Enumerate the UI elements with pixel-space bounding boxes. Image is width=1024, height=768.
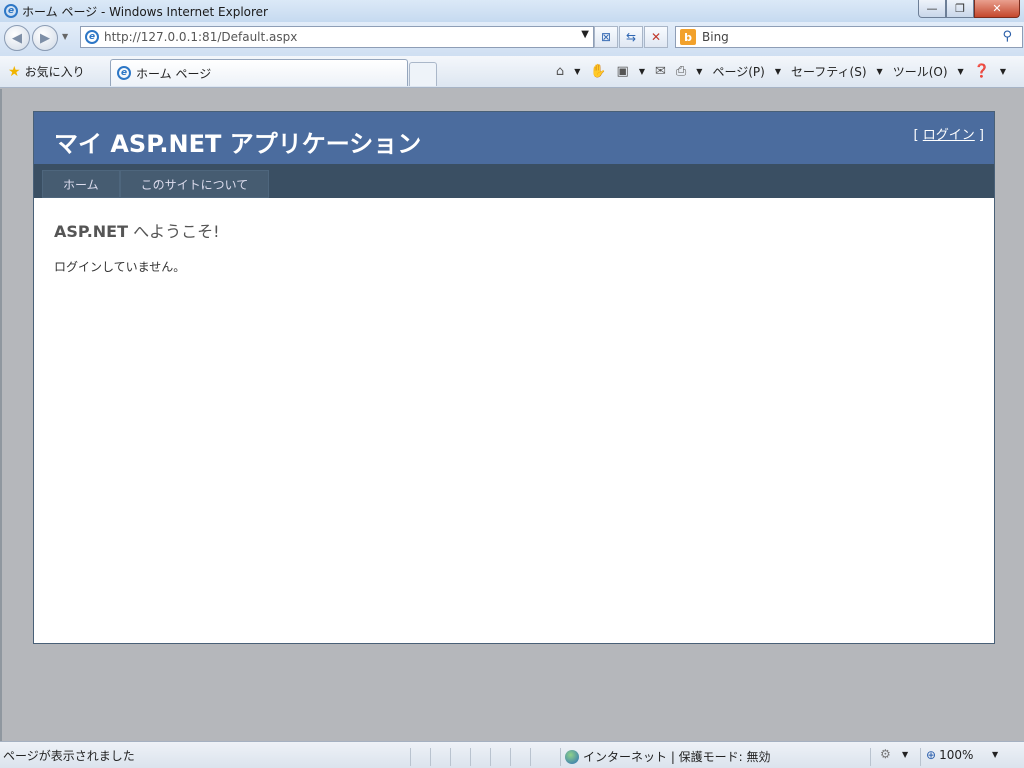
status-divider bbox=[920, 748, 921, 766]
status-divider bbox=[430, 748, 431, 766]
status-divider bbox=[410, 748, 411, 766]
ie-logo-icon: e bbox=[4, 4, 18, 18]
stop-icon: ✕ bbox=[650, 30, 662, 44]
feeds-icon[interactable]: ▣ bbox=[617, 64, 629, 79]
back-arrow-icon: ◀ bbox=[12, 30, 22, 46]
tools-menu[interactable]: ツール(O) bbox=[893, 63, 948, 80]
page-icon: e bbox=[85, 30, 99, 44]
welcome-heading-brand: ASP.NET bbox=[54, 222, 129, 241]
history-dropdown-icon[interactable]: ▼ bbox=[62, 32, 68, 41]
security-zone[interactable]: インターネット | 保護モード: 無効 bbox=[565, 748, 771, 765]
command-bar: ⌂ ▼ ✋ ▣ ▼ ✉ ⎙ ▼ ページ(P) ▼ セーフティ(S) ▼ ツール(O) ▼ ❓… bbox=[556, 63, 1006, 80]
main-content: ASP.NET へようこそ! ログインしていません。 bbox=[34, 198, 994, 295]
print-icon[interactable]: ⎙ bbox=[676, 64, 686, 79]
welcome-heading: ASP.NET へようこそ! bbox=[54, 218, 974, 242]
favorites-button[interactable]: ★ お気に入り bbox=[8, 63, 85, 80]
back-button[interactable]: ◀ bbox=[4, 25, 30, 51]
favorites-label: お気に入り bbox=[24, 65, 85, 79]
login-bracket-open: [ bbox=[913, 128, 923, 143]
minimize-button[interactable]: — bbox=[918, 0, 946, 18]
address-input[interactable]: http://127.0.0.1:81/Default.aspx bbox=[104, 30, 297, 44]
status-divider bbox=[530, 748, 531, 766]
title-bar: e ホーム ページ - Windows Internet Explorer — … bbox=[0, 0, 1024, 22]
globe-icon bbox=[565, 749, 579, 764]
zone-label: インターネット | 保護モード: 無効 bbox=[583, 750, 771, 764]
search-provider-label: Bing bbox=[702, 30, 729, 44]
mail-icon[interactable]: ✉ bbox=[655, 64, 666, 79]
status-divider bbox=[490, 748, 491, 766]
login-link[interactable]: ログイン bbox=[923, 128, 975, 143]
page-viewport: マイ ASP.NET アプリケーション [ ログイン ] ホーム このサイトにつ… bbox=[0, 89, 1024, 741]
search-box[interactable]: b Bing ⚲ bbox=[675, 26, 1023, 48]
close-button[interactable]: ✕ bbox=[974, 0, 1020, 18]
status-divider bbox=[450, 748, 451, 766]
restore-button[interactable]: ❐ bbox=[946, 0, 974, 18]
stop-button[interactable]: ✕ bbox=[644, 26, 668, 48]
address-bar[interactable]: e http://127.0.0.1:81/Default.aspx ▼ bbox=[80, 26, 594, 48]
tools-menu-dropdown-icon[interactable]: ▼ bbox=[958, 67, 964, 76]
search-icon[interactable]: ⚲ bbox=[1002, 29, 1012, 44]
zoom-dropdown-icon[interactable]: ▼ bbox=[992, 750, 998, 759]
tab-page-icon: e bbox=[117, 66, 131, 80]
hand-icon[interactable]: ✋ bbox=[590, 64, 606, 79]
page-menu-dropdown-icon[interactable]: ▼ bbox=[775, 67, 781, 76]
zoom-icon: ⊕ bbox=[926, 748, 937, 762]
page-menu[interactable]: ページ(P) bbox=[712, 63, 764, 80]
add-on-dropdown-icon[interactable]: ▼ bbox=[902, 750, 908, 759]
tab-home-page[interactable]: e ホーム ページ bbox=[110, 59, 408, 86]
menu-item-home[interactable]: ホーム bbox=[42, 170, 120, 198]
status-text: ページが表示されました bbox=[3, 748, 135, 763]
compatibility-icon: ⊠ bbox=[600, 30, 612, 44]
app-title: マイ ASP.NET アプリケーション bbox=[54, 130, 422, 158]
new-tab-button[interactable] bbox=[409, 62, 437, 86]
status-divider bbox=[510, 748, 511, 766]
star-icon: ★ bbox=[8, 63, 21, 80]
tab-label: ホーム ページ bbox=[136, 66, 212, 81]
window-controls: — ❐ ✕ bbox=[918, 0, 1020, 18]
status-bar: ページが表示されました インターネット | 保護モード: 無効 ⚙ ▼ ⊕ 10… bbox=[0, 741, 1024, 768]
safety-menu-dropdown-icon[interactable]: ▼ bbox=[877, 67, 883, 76]
welcome-heading-text: へようこそ! bbox=[128, 222, 220, 241]
address-dropdown-icon[interactable]: ▼ bbox=[581, 29, 589, 40]
menu-item-about[interactable]: このサイトについて bbox=[119, 170, 270, 198]
safety-menu[interactable]: セーフティ(S) bbox=[791, 63, 867, 80]
refresh-icon: ⇆ bbox=[625, 30, 637, 44]
login-status-message: ログインしていません。 bbox=[54, 260, 186, 274]
favorites-bar: ★ お気に入り e ホーム ページ ⌂ ▼ ✋ ▣ ▼ ✉ ⎙ ▼ ページ(P) ▼ セ… bbox=[0, 56, 1024, 88]
navigation-menu: ホーム このサイトについて bbox=[34, 164, 994, 198]
bing-logo-icon: b bbox=[680, 29, 696, 45]
refresh-button[interactable]: ⇆ bbox=[619, 26, 643, 48]
navigation-bar: ◀ ▶ ▼ e http://127.0.0.1:81/Default.aspx… bbox=[0, 22, 1024, 56]
browser-window: e ホーム ページ - Windows Internet Explorer — … bbox=[0, 0, 1024, 768]
status-divider bbox=[870, 748, 871, 766]
login-bracket-close: ] bbox=[974, 128, 984, 143]
asp-page: マイ ASP.NET アプリケーション [ ログイン ] ホーム このサイトにつ… bbox=[33, 111, 995, 644]
status-divider bbox=[560, 748, 561, 766]
feeds-dropdown-icon[interactable]: ▼ bbox=[639, 67, 645, 76]
status-divider bbox=[470, 748, 471, 766]
compatibility-view-button[interactable]: ⊠ bbox=[594, 26, 618, 48]
zoom-control[interactable]: ⊕ 100% bbox=[926, 748, 973, 762]
help-icon[interactable]: ❓ bbox=[974, 64, 990, 79]
home-icon[interactable]: ⌂ bbox=[556, 64, 564, 79]
forward-arrow-icon: ▶ bbox=[40, 30, 50, 46]
home-dropdown-icon[interactable]: ▼ bbox=[574, 67, 580, 76]
forward-button[interactable]: ▶ bbox=[32, 25, 58, 51]
window-title: ホーム ページ - Windows Internet Explorer bbox=[22, 4, 268, 19]
add-on-manager-icon[interactable]: ⚙ bbox=[880, 747, 891, 761]
help-dropdown-icon[interactable]: ▼ bbox=[1000, 67, 1006, 76]
print-dropdown-icon[interactable]: ▼ bbox=[696, 67, 702, 76]
login-display: [ ログイン ] bbox=[914, 124, 984, 143]
site-header: マイ ASP.NET アプリケーション [ ログイン ] bbox=[34, 112, 994, 164]
zoom-level: 100% bbox=[939, 748, 974, 762]
